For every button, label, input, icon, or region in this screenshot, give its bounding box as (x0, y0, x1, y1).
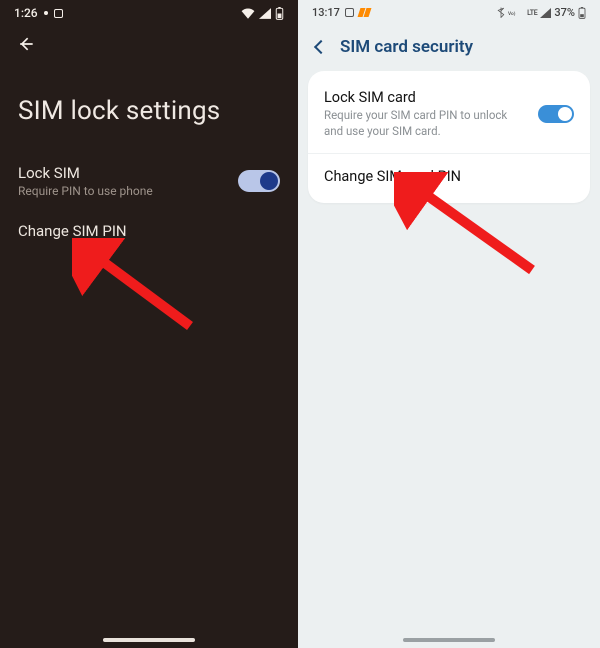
lock-sim-title: Lock SIM (18, 164, 153, 182)
bluetooth-icon (497, 7, 505, 18)
clock-text: 13:17 (312, 6, 340, 19)
battery-pct: 37% (554, 6, 575, 19)
volte-icon: Vo) (508, 8, 524, 18)
page-header: SIM card security (298, 19, 600, 71)
back-chevron-icon[interactable] (314, 40, 328, 54)
gesture-nav-pill[interactable] (103, 638, 195, 642)
network-type: LTE (527, 9, 537, 17)
signal-icon (540, 8, 551, 18)
change-sim-card-pin-row[interactable]: Change SIM card PIN (308, 154, 590, 199)
lock-sim-card-title: Lock SIM card (324, 89, 524, 106)
lock-sim-row[interactable]: Lock SIM Require PIN to use phone (0, 152, 298, 210)
status-bar: 1:26 (0, 0, 298, 22)
back-arrow-icon[interactable] (16, 34, 36, 54)
pixel-dark-screen: 1:26 SIM lock settings Lock SIM Require … (0, 0, 298, 648)
page-title: SIM card security (340, 37, 473, 57)
lock-sim-card-subtitle: Require your SIM card PIN to unlock and … (324, 108, 524, 139)
gesture-nav-pill[interactable] (403, 638, 495, 642)
screenshot-notif-icon (345, 8, 354, 17)
page-title: SIM lock settings (0, 62, 298, 152)
battery-icon (275, 7, 284, 20)
settings-card: Lock SIM card Require your SIM card PIN … (308, 71, 590, 203)
samsung-light-screen: 13:17 Vo) LTE 37% SIM card security Lock… (298, 0, 600, 648)
status-bar: 13:17 Vo) LTE 37% (298, 0, 600, 19)
change-sim-card-pin-title: Change SIM card PIN (324, 168, 574, 185)
lock-sim-card-toggle[interactable] (538, 105, 574, 123)
signal-icon (259, 8, 271, 19)
lock-sim-toggle[interactable] (238, 170, 280, 192)
battery-icon (578, 7, 586, 19)
notification-app-icon (54, 9, 63, 18)
lock-sim-subtitle: Require PIN to use phone (18, 184, 153, 198)
clock-text: 1:26 (14, 6, 38, 20)
wifi-icon (241, 8, 255, 19)
app-notif-icon (359, 8, 370, 17)
notification-dot-icon (44, 11, 48, 15)
change-sim-pin-title: Change SIM PIN (18, 222, 280, 240)
change-sim-pin-row[interactable]: Change SIM PIN (0, 210, 298, 252)
lock-sim-card-row[interactable]: Lock SIM card Require your SIM card PIN … (308, 75, 590, 153)
svg-text:Vo): Vo) (508, 10, 516, 17)
